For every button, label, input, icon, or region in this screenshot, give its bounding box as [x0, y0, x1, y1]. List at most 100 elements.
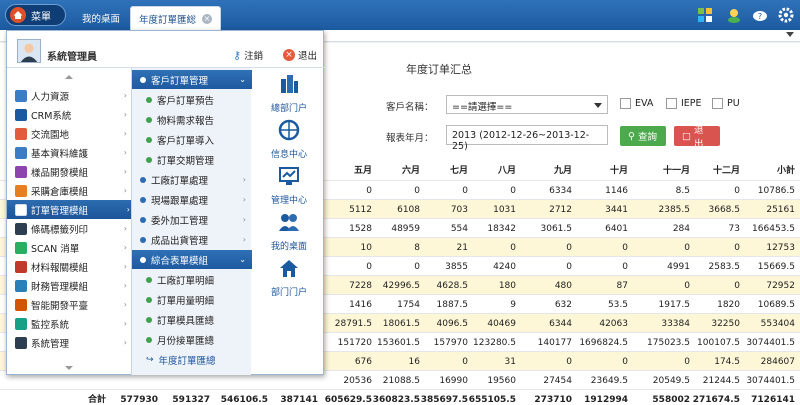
tab-annual-order-summary[interactable]: 年度訂單匯総 ×	[130, 6, 222, 30]
table-cell: 25161	[766, 205, 795, 215]
chevron-right-icon: ›	[123, 281, 127, 290]
quick-link[interactable]: 管理中心	[256, 163, 322, 209]
checkbox-pu[interactable]: PU	[712, 98, 740, 109]
add-app-icon[interactable]	[697, 7, 713, 23]
user-status-icon[interactable]	[726, 7, 742, 23]
sub-menu-item[interactable]: 客戶訂單預告	[132, 90, 252, 109]
quick-link[interactable]: 總部门户	[256, 71, 322, 117]
main-menu-item[interactable]: 監控系統 ›	[7, 314, 132, 333]
main-menu-item[interactable]: 系統管理 ›	[7, 333, 132, 352]
page-title: 年度订单汇总	[406, 63, 472, 76]
checkbox-box[interactable]	[712, 98, 723, 109]
main-menu-item[interactable]: 基本資料維護 ›	[7, 143, 132, 162]
main-menu-item[interactable]: 財務管理模組 ›	[7, 276, 132, 295]
main-menu-item-label: 訂單管理模組	[31, 205, 89, 217]
sub-menu-group[interactable]: 綜合表單模組 ⌄	[132, 250, 252, 269]
checkbox-iepe[interactable]: IEPE	[666, 98, 702, 109]
sub-menu-item[interactable]: 工廠訂單明細	[132, 270, 252, 289]
main-menu-item-label: 采購倉庫模組	[31, 186, 89, 198]
period-input[interactable]: 2013 (2012-12-26~2013-12-25)	[446, 125, 608, 152]
main-menu-item[interactable]: 交流園地 ›	[7, 124, 132, 143]
sub-menu-item[interactable]: 訂單用量明細	[132, 290, 252, 309]
main-menu-item[interactable]: 樣品開發模組 ›	[7, 162, 132, 181]
sub-menu-item[interactable]: 訂單模具匯總	[132, 310, 252, 329]
sub-menu-item-label: 工廠訂單明細	[157, 275, 215, 287]
quit-button[interactable]: × 退出	[283, 48, 317, 62]
main-menu-item[interactable]: 材料報關模組 ›	[7, 257, 132, 276]
checkbox-box[interactable]	[666, 98, 677, 109]
customer-select[interactable]: ==請選擇==	[446, 95, 608, 114]
cloud-help-icon[interactable]: ?	[752, 7, 768, 23]
table-cell: 0	[566, 262, 572, 272]
main-menu-item-label: 樣品開發模組	[31, 167, 89, 179]
chevron-down-icon[interactable]	[786, 32, 794, 37]
scroll-down-icon[interactable]	[65, 366, 73, 370]
chevron-right-icon: ›	[123, 319, 127, 328]
table-cell: 4240	[493, 262, 516, 272]
tab-my-desktop[interactable]: 我的桌面	[74, 6, 128, 30]
table-cell: 八月	[497, 166, 516, 176]
table-cell: 140177	[537, 338, 572, 348]
settings-gear-icon[interactable]	[778, 7, 794, 23]
chevron-right-icon: ›	[242, 235, 246, 244]
logout-button[interactable]: ⚷ 注銷	[233, 48, 263, 63]
sub-menu-item-label: 訂單模具匯總	[157, 315, 215, 327]
scroll-up-icon[interactable]	[65, 75, 73, 79]
period-label: 報表年月：	[386, 133, 434, 144]
checkbox-label: EVA	[635, 98, 654, 109]
sub-menu-item[interactable]: 訂單交期管理	[132, 150, 252, 169]
exit-button[interactable]: □ 退出	[674, 125, 720, 150]
main-menu-item[interactable]: 采購倉庫模組 ›	[7, 181, 132, 200]
table-cell: 2712	[549, 205, 572, 215]
admin-name: 系統管理員	[47, 52, 97, 63]
table-cell: 42063	[599, 319, 628, 329]
sub-menu-group[interactable]: 成品出貨管理 ›	[132, 230, 252, 249]
table-cell: 小計	[776, 166, 795, 176]
chevron-down-icon	[594, 103, 602, 108]
table-cell: 3061.5	[540, 224, 573, 234]
quick-link[interactable]: 我的桌面	[256, 209, 322, 255]
quick-link[interactable]: 部门门户	[256, 255, 322, 301]
main-menu-item[interactable]: 條碼標籤列印 ›	[7, 219, 132, 238]
main-menu-item[interactable]: 智能開發平臺 ›	[7, 295, 132, 314]
table-cell: 1031	[493, 205, 516, 215]
main-menu-item-label: 監控系統	[31, 319, 70, 331]
bullet-icon	[146, 336, 152, 343]
sub-menu-item-label: 訂單交期管理	[157, 155, 215, 167]
sub-menu-item[interactable]: ↪ 年度訂單匯總	[132, 350, 252, 369]
main-menu-item[interactable]: 人力資源 ›	[7, 86, 132, 105]
table-cell: 15669.5	[757, 262, 795, 272]
table-cell: 284607	[760, 357, 795, 367]
bullet-icon	[146, 116, 152, 123]
table-cell: 27454	[543, 376, 572, 386]
sub-menu-item-label: 年度訂單匯總	[158, 355, 216, 367]
main-menu-item[interactable]: SCAN 消單 ›	[7, 238, 132, 257]
platform-icon	[15, 298, 27, 311]
main-menu-item[interactable]: CRM系統 ›	[7, 105, 132, 124]
customer-label: 客戶名稱：	[386, 102, 434, 113]
sub-menu-group[interactable]: 委外加工管理 ›	[132, 210, 252, 229]
main-menu-item-label: 系統管理	[31, 338, 70, 350]
sub-menu-group[interactable]: 工廠訂單處理 ›	[132, 170, 252, 189]
chevron-right-icon: ›	[123, 243, 127, 252]
sub-menu-item[interactable]: 物料需求報告	[132, 110, 252, 129]
main-menu-item-label: 智能開發平臺	[31, 300, 89, 312]
query-button[interactable]: ⚲ 查詢	[620, 126, 666, 146]
sub-menu-group[interactable]: 現場跟單處理 ›	[132, 190, 252, 209]
main-menu-item[interactable]: 訂單管理模組 ›	[7, 200, 135, 219]
table-cell: 十一月	[662, 166, 690, 176]
database-icon	[15, 146, 27, 159]
sub-menu-group[interactable]: 客戶訂單管理 ⌄	[132, 70, 252, 89]
main-menu-item-label: SCAN 消單	[31, 243, 80, 255]
checkbox-eva[interactable]: EVA	[620, 98, 653, 109]
table-cell: 23649.5	[590, 376, 628, 386]
chevron-right-icon: ›	[123, 186, 127, 195]
close-icon[interactable]: ×	[202, 13, 213, 24]
table-cell: 3441	[605, 205, 628, 215]
checkbox-box[interactable]	[620, 98, 631, 109]
quick-link[interactable]: 信息中心	[256, 117, 322, 163]
chat-icon	[15, 127, 27, 140]
sub-menu-item[interactable]: 月份接單匯總	[132, 330, 252, 349]
menu-button[interactable]: 菜單	[5, 4, 66, 26]
sub-menu-item[interactable]: 客戶訂單導入	[132, 130, 252, 149]
